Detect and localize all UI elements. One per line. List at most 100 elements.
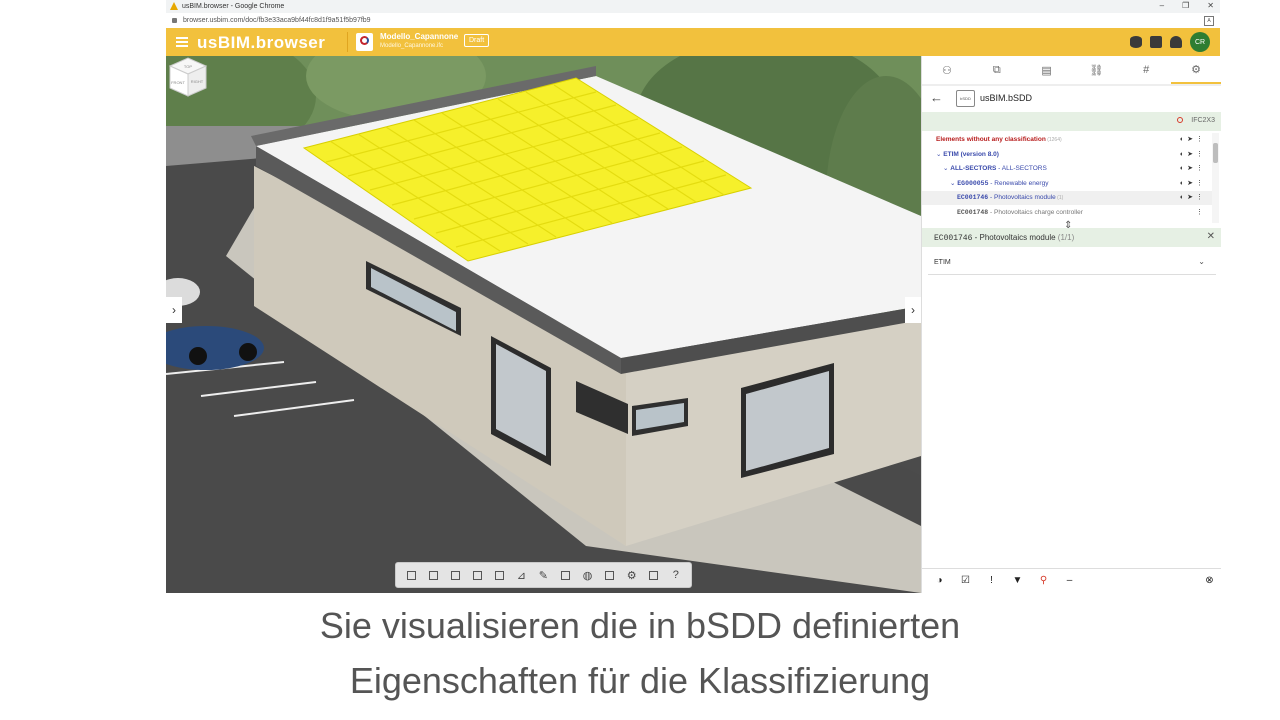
search-icon[interactable]: ⚲ <box>1038 575 1049 586</box>
avatar[interactable]: CR <box>1190 32 1210 52</box>
window-title: usBIM.browser - Google Chrome <box>182 3 285 10</box>
section-icon[interactable] <box>493 569 506 582</box>
classification-toolbar <box>922 112 1221 131</box>
back-arrow-icon[interactable]: ← <box>930 90 943 105</box>
hash-icon[interactable]: # <box>1121 56 1171 84</box>
tree-row-code: Elements without any classification <box>936 136 1046 143</box>
row-actions-icon[interactable]: ◐➤⋮ <box>1180 177 1206 191</box>
row-actions-icon[interactable]: ◐➤⋮ <box>1180 133 1206 147</box>
row-actions-icon[interactable]: ◐➤⋮ <box>1180 191 1206 205</box>
link-icon[interactable]: ⛓ <box>1071 56 1121 84</box>
subtitle-line-2: Eigenschaften für die Klassifizierung <box>349 660 931 701</box>
header-divider <box>347 32 348 52</box>
app-header: usBIM.browser Modello_Capannone Modello_… <box>166 28 1220 56</box>
checklist-icon[interactable]: ☑ <box>960 575 971 586</box>
app-window: usBIM.browser - Google Chrome – ❐ ✕ brow… <box>166 0 1221 594</box>
panel-tabs: ⚇ ⧉ ▤ ⛓ # ⚙ <box>922 56 1221 86</box>
cube-right-label: RIGHT <box>191 79 204 84</box>
url-text[interactable]: browser.usbim.com/doc/fb3e33aca9bf44fc8d… <box>183 17 371 24</box>
settings-circle-icon[interactable]: ⊗ <box>1204 575 1215 586</box>
bsdd-panel: ⚇ ⧉ ▤ ⛓ # ⚙ ← bSDD usBIM.bSDD IFC2X3 Ele… <box>921 56 1221 594</box>
layers-tool-icon[interactable] <box>449 569 462 582</box>
model-filename: Modello_Capannone.ifc <box>380 43 444 49</box>
tree-row-code: EC001746 <box>957 194 989 201</box>
database-icon[interactable] <box>1130 36 1142 48</box>
help-icon[interactable]: ? <box>669 569 682 582</box>
camera-icon[interactable] <box>405 569 418 582</box>
tree-row[interactable]: EC001748 - Photovoltaics charge controll… <box>922 206 1212 220</box>
viewer-toolbar: ⊿ ✎ ◍ ⚙ ? <box>395 562 692 588</box>
tree-row-label: - ALL-SECTORS <box>996 165 1047 172</box>
tree-row-label: - Photovoltaics module <box>988 194 1056 201</box>
alert-icon[interactable]: ! <box>986 575 997 586</box>
tree-row[interactable]: ⌄ EG000055 - Renewable energy ◐➤⋮ <box>922 177 1212 191</box>
subtitle-line-1: Sie visualisieren die in bSDD definierte… <box>319 605 961 646</box>
row-actions-icon[interactable]: ◐➤⋮ <box>1180 148 1206 162</box>
bsdd-logo-icon: bSDD <box>956 90 975 107</box>
panel-title: usBIM.bSDD <box>980 93 1033 103</box>
minus-icon[interactable]: – <box>1064 575 1075 586</box>
panel-footer: ◑ ☑ ! ▼ ⚲ – ⊗ <box>922 568 1221 594</box>
status-badge[interactable]: Draft <box>464 34 490 47</box>
minimize-button[interactable]: – <box>1160 1 1164 10</box>
tree-row-code: EG000055 <box>957 179 989 187</box>
3d-viewer[interactable]: TOP FRONT RIGHT › › ⊿ ✎ ◍ ⚙ ? <box>166 56 921 593</box>
close-button[interactable]: ✕ <box>1207 1 1214 10</box>
tree-row-label: - Renewable energy <box>988 179 1049 187</box>
cube-front-label: FRONT <box>171 80 185 85</box>
filter-icon[interactable]: ▼ <box>1012 575 1023 586</box>
layers-icon[interactable] <box>1150 36 1162 48</box>
next-arrow-button[interactable]: › <box>905 297 921 323</box>
contrast-icon[interactable]: ◑ <box>934 575 945 586</box>
divider <box>928 274 1216 275</box>
cube-top-label: TOP <box>184 64 192 69</box>
restore-button[interactable]: ❐ <box>1182 1 1189 10</box>
document-icon[interactable]: ▤ <box>1022 56 1072 84</box>
prev-arrow-button[interactable]: › <box>166 297 182 323</box>
browser-title-bar: usBIM.browser - Google Chrome – ❐ ✕ <box>166 0 1220 13</box>
selected-class-title: EC001746 - Photovoltaics module (1/1) <box>934 233 1075 243</box>
tree-scrollbar[interactable] <box>1212 133 1219 223</box>
chevron-down-icon[interactable]: ⌄ <box>1198 257 1205 266</box>
app-logo: usBIM.browser <box>197 33 326 52</box>
building-model-render[interactable] <box>166 56 921 593</box>
tree-row[interactable]: ⌄ ALL-SECTORS - ALL-SECTORS ◐➤⋮ <box>922 162 1212 176</box>
copy-icon[interactable]: ⧉ <box>972 56 1022 84</box>
tree-row-count: (1264) <box>1045 137 1062 143</box>
classification-icon[interactable]: ⚙ <box>1171 56 1221 84</box>
box-icon[interactable] <box>471 569 484 582</box>
tree-row-count: (1) <box>1055 195 1064 201</box>
close-icon[interactable]: ✕ <box>1207 231 1215 242</box>
fit-icon[interactable] <box>647 569 660 582</box>
tree-row-label: - Photovoltaics charge controller <box>988 208 1083 216</box>
tree-row[interactable]: Elements without any classification (126… <box>922 133 1212 147</box>
pen-icon[interactable]: ✎ <box>537 569 550 582</box>
cube-icon[interactable] <box>427 569 440 582</box>
tree-row-code: ALL-SECTORS <box>950 165 997 172</box>
row-actions-icon[interactable]: ◐➤⋮ <box>1180 162 1206 176</box>
classification-tree: Elements without any classification (126… <box>922 133 1212 223</box>
measure-icon[interactable]: ⊿ <box>515 569 528 582</box>
row-actions-icon[interactable]: ⋮ <box>1196 206 1206 220</box>
people-icon[interactable]: ⚇ <box>922 56 972 84</box>
lock-icon <box>172 18 177 23</box>
warning-icon <box>170 2 178 10</box>
tree-row-code: EC001748 <box>957 208 989 216</box>
address-bar[interactable]: browser.usbim.com/doc/fb3e33aca9bf44fc8d… <box>166 13 1220 29</box>
tree-row[interactable]: ⌄ ETIM (version 8.0) ◐➤⋮ <box>922 148 1212 162</box>
translate-icon[interactable]: A <box>1204 16 1214 26</box>
model-name[interactable]: Modello_Capannone <box>380 32 458 41</box>
globe-icon[interactable]: ◍ <box>581 569 594 582</box>
ifc-file-icon <box>356 33 373 51</box>
gear-icon[interactable]: ⚙ <box>625 569 638 582</box>
clone-icon[interactable] <box>603 569 616 582</box>
tree-row-code: ETIM (version 8.0) <box>943 150 999 158</box>
search-icon[interactable] <box>1177 117 1183 123</box>
menu-icon[interactable] <box>176 37 188 47</box>
tree-row[interactable]: EC001746 - Photovoltaics module (1) ◐➤⋮ <box>922 191 1212 205</box>
ifc-version[interactable]: IFC2X3 <box>1191 117 1215 124</box>
edit-icon[interactable] <box>559 569 572 582</box>
bell-icon[interactable] <box>1170 36 1182 48</box>
etim-section-label[interactable]: ETIM <box>934 259 951 266</box>
view-cube[interactable]: TOP FRONT RIGHT <box>166 56 208 98</box>
